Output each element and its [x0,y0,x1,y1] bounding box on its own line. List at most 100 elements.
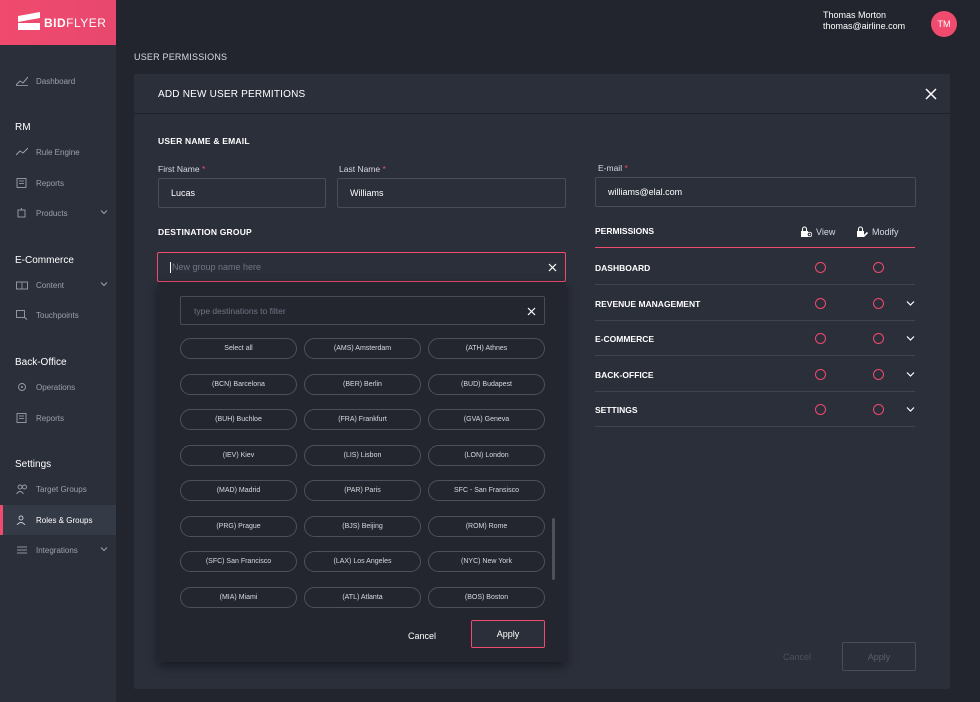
sidebar-item-target-groups[interactable]: Target Groups [0,474,116,504]
destination-chip[interactable]: (BER) Berlin [304,373,421,395]
sidebar-section-ecommerce: E-Commerce [15,255,74,266]
destination-chip[interactable]: Select all [180,338,297,359]
chevron-down-icon[interactable] [906,406,915,413]
modify-radio[interactable] [873,333,884,344]
chevron-down-icon[interactable] [906,335,915,342]
lock-eye-icon [801,226,812,237]
destination-chip[interactable]: (ATL) Atlanta [304,586,421,608]
logo-icon [18,14,40,32]
lock-pen-icon [857,226,868,237]
chevron-down-icon[interactable] [906,371,915,378]
modify-radio[interactable] [873,404,884,415]
destination-chip[interactable]: (BUH) Buchloe [180,409,297,430]
group-name-input[interactable]: New group name here [157,252,566,282]
clear-icon[interactable] [527,307,536,316]
last-name-field[interactable]: Williams [337,178,566,208]
content-icon [16,280,28,290]
sidebar-section-rm: RM [15,122,31,133]
apply-button[interactable]: Apply [842,642,916,671]
close-icon[interactable] [924,87,938,101]
destination-chip[interactable]: (IEV) Kiev [180,444,297,466]
permission-label: REVENUE MANAGEMENT [595,298,701,309]
cancel-button[interactable]: Cancel [783,652,811,662]
add-user-modal: ADD NEW USER PERMITIONS USER NAME & EMAI… [134,74,950,689]
destination-chip[interactable]: (ATH) Athnes [428,338,545,359]
sidebar-item-operations[interactable]: Operations [0,372,116,402]
modify-radio[interactable] [873,262,884,273]
sidebar-item-roles-groups[interactable]: Roles & Groups [0,505,116,535]
permission-label: E-COMMERCE [595,334,655,344]
view-radio[interactable] [815,262,826,273]
first-name-field[interactable]: Lucas [158,178,326,208]
last-name-label: Last Name * [339,164,386,174]
destination-chip[interactable]: (NYC) New York [428,551,545,572]
scrollbar[interactable] [552,518,555,580]
destination-chip[interactable]: (MIA) Miami [180,586,297,608]
dropdown-cancel-button[interactable]: Cancel [408,631,436,641]
chevron-down-icon [100,547,108,552]
sidebar-item-touchpoints[interactable]: Touchpoints [0,300,116,330]
modify-radio[interactable] [873,297,884,309]
permissions-title: PERMISSIONS [595,226,655,236]
required-mark: * [201,164,206,174]
sidebar-item-dashboard[interactable]: Dashboard [0,66,116,96]
destination-chip[interactable]: (SFC) San Francisco [180,551,297,572]
destination-chip[interactable]: SFC - San Fransisco [428,480,545,501]
first-name-value: Lucas [171,188,196,198]
sidebar-item-label: Touchpoints [36,310,79,320]
sidebar-item-bo-reports[interactable]: Reports [0,403,116,433]
destination-chip[interactable]: (LIS) Lisbon [304,444,421,466]
last-name-value: Williams [350,188,384,198]
last-name-label-text: Last Name [339,164,381,174]
modify-column-header: Modify [856,226,899,237]
destination-chip[interactable]: (LAX) Los Angeles [304,551,421,572]
view-radio[interactable] [815,404,826,415]
permission-label: SETTINGS [595,405,638,415]
destination-chip[interactable]: (BJS) Beijing [304,515,421,537]
sidebar-item-products[interactable]: Products [0,198,116,228]
permission-row: SETTINGS [595,392,915,427]
destination-chip[interactable]: (BUD) Budapest [428,373,545,395]
page-title: USER PERMISSIONS [134,52,228,62]
permission-row: E-COMMERCE [595,321,915,356]
destination-filter-input[interactable]: type destinations to filter [180,296,545,325]
required-mark: * [624,163,628,173]
sidebar-item-rule-engine[interactable]: Rule Engine [0,137,116,167]
permission-row: BACK-OFFICE [595,357,915,392]
destination-chip[interactable]: (LON) London [428,444,545,466]
clear-icon[interactable] [548,263,557,272]
modal-header: ADD NEW USER PERMITIONS [134,74,950,114]
sidebar-item-label: Rule Engine [36,147,80,157]
user-name: Thomas Morton [823,10,887,20]
sidebar-item-label: Products [36,208,68,218]
email-field[interactable]: williams@elal.com [595,177,916,207]
destination-section-title: DESTINATION GROUP [158,227,252,237]
brand-logo[interactable]: BIDFLYER [0,0,116,45]
destination-chip[interactable]: (ROM) Rome [428,515,545,537]
destination-chip[interactable]: (FRA) Frankfurt [304,409,421,430]
destination-chip[interactable]: (BOS) Boston [428,586,545,608]
destination-chip[interactable]: (BCN) Barcelona [180,373,297,395]
destination-chip[interactable]: (MAD) Madrid [180,480,297,501]
integrations-icon [16,545,28,555]
report-icon [16,413,28,423]
view-radio[interactable] [815,333,826,344]
destination-chip[interactable]: (AMS) Amsterdam [304,338,421,359]
sidebar-item-integrations[interactable]: Integrations [0,535,116,565]
view-radio[interactable] [815,297,826,309]
dropdown-apply-button[interactable]: Apply [471,620,545,648]
modify-radio[interactable] [873,368,884,380]
destination-chip[interactable]: (GVA) Geneva [428,409,545,430]
chevron-down-icon[interactable] [906,300,915,307]
first-name-label: First Name * [158,164,205,174]
operations-icon [16,382,28,392]
required-mark: * [382,164,386,174]
email-label-text: E-mail [598,163,623,173]
sidebar-item-content[interactable]: Content [0,270,116,300]
trend-icon [16,147,28,157]
avatar[interactable]: TM [931,11,957,37]
destination-chip[interactable]: (PAR) Paris [304,480,421,501]
sidebar-item-rm-reports[interactable]: Reports [0,168,116,198]
view-radio[interactable] [815,368,826,380]
destination-chip[interactable]: (PRG) Prague [180,515,297,537]
